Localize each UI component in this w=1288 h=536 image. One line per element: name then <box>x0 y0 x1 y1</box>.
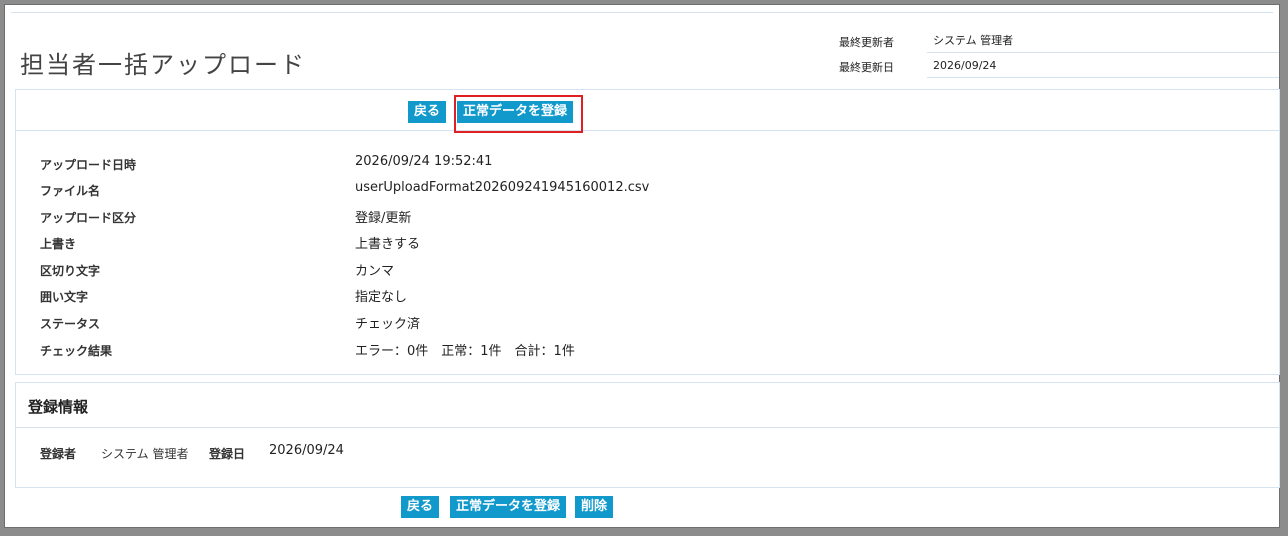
registrant-value: システム 管理者 <box>101 447 189 461</box>
detail-value: カンマ <box>355 264 395 279</box>
detail-value: userUploadFormat202609241945160012.csv <box>355 180 650 195</box>
detail-row-overwrite: 上書き 上書きする <box>16 231 1279 257</box>
meta-updated-by: 最終更新者 システム 管理者 <box>839 30 1279 53</box>
detail-label: アップロード日時 <box>40 158 137 172</box>
back-button-bottom[interactable]: 戻る <box>401 496 440 518</box>
registration-date-label: 登録日 <box>209 447 246 461</box>
registration-info-panel: 登録情報 登録者 システム 管理者 登録日 2026/09/24 <box>15 382 1280 488</box>
window-frame: 担当者一括アップロード 最終更新者 システム 管理者 最終更新日 2026/09… <box>4 4 1280 528</box>
registrant-label: 登録者 <box>40 447 77 461</box>
updated-by-value: システム 管理者 <box>927 30 1279 53</box>
detail-value: 指定なし <box>355 290 408 305</box>
top-button-row: 戻る 正常データを登録 <box>16 90 1279 133</box>
detail-value: 2026/09/24 19:52:41 <box>355 154 493 169</box>
register-valid-data-button-bottom[interactable]: 正常データを登録 <box>450 496 567 518</box>
registration-date-value: 2026/09/24 <box>269 443 344 458</box>
detail-label: ステータス <box>40 317 101 331</box>
updated-by-label: 最終更新者 <box>839 36 894 49</box>
detail-label: チェック結果 <box>40 344 113 358</box>
detail-row-upload-type: アップロード区分 登録/更新 <box>16 205 1279 231</box>
updated-date-label: 最終更新日 <box>839 61 894 74</box>
detail-row-upload-datetime: アップロード日時 2026/09/24 19:52:41 <box>16 152 1279 178</box>
detail-value: 登録/更新 <box>355 211 412 226</box>
registration-title: 登録情報 <box>28 398 89 416</box>
detail-value: 上書きする <box>355 237 421 252</box>
detail-row-status: ステータス チェック済 <box>16 311 1279 337</box>
registration-header: 登録情報 <box>16 383 1279 428</box>
upload-detail-panel: 戻る 正常データを登録 アップロード日時 2026/09/24 19:52:41… <box>15 89 1280 375</box>
top-divider <box>11 12 1273 13</box>
detail-row-enclosure: 囲い文字 指定なし <box>16 284 1279 310</box>
detail-row-file-name: ファイル名 userUploadFormat202609241945160012… <box>16 178 1279 204</box>
delete-button[interactable]: 削除 <box>575 496 614 518</box>
detail-value: エラー：0件 正常：1件 合計：1件 <box>355 344 575 359</box>
page-title: 担当者一括アップロード <box>20 51 306 80</box>
back-button[interactable]: 戻る <box>408 101 447 123</box>
detail-value: チェック済 <box>355 317 421 332</box>
register-valid-data-button[interactable]: 正常データを登録 <box>457 101 574 123</box>
detail-label: ファイル名 <box>40 184 101 198</box>
meta-updated-date: 最終更新日 2026/09/24 <box>839 55 1279 78</box>
updated-date-value: 2026/09/24 <box>927 55 1279 78</box>
detail-label: 上書き <box>40 237 77 251</box>
detail-label: 囲い文字 <box>40 290 89 304</box>
detail-label: アップロード区分 <box>40 211 137 225</box>
detail-row-delimiter: 区切り文字 カンマ <box>16 258 1279 284</box>
detail-label: 区切り文字 <box>40 264 101 278</box>
detail-row-check-result: チェック結果 エラー：0件 正常：1件 合計：1件 <box>16 338 1279 364</box>
